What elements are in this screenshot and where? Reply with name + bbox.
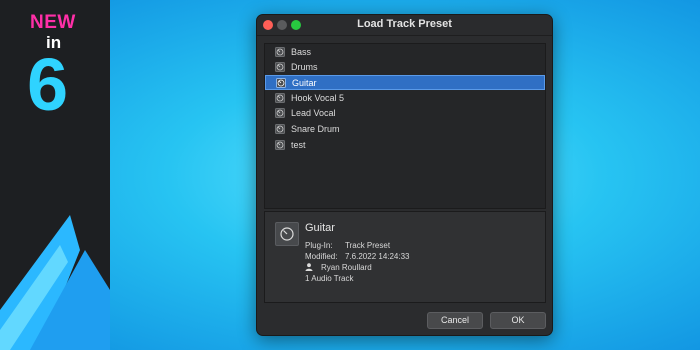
- preset-knob-icon: [275, 93, 285, 103]
- preset-knob-icon: [275, 140, 285, 150]
- preset-knob-icon: [275, 62, 285, 72]
- modified-key: Modified:: [305, 252, 338, 261]
- preset-label: test: [291, 140, 306, 150]
- plugin-value: Track Preset: [345, 241, 391, 250]
- preset-knob-icon: [275, 47, 285, 57]
- modified-value: 7.6.2022 14:24:33: [345, 252, 410, 261]
- preset-label: Drums: [291, 62, 318, 72]
- dialog-title: Load Track Preset: [357, 18, 452, 30]
- preset-label: Hook Vocal 5: [291, 93, 345, 103]
- modified-line: Modified: 7.6.2022 14:24:33: [305, 252, 410, 261]
- title-bar[interactable]: Load Track Preset: [257, 15, 552, 36]
- preset-item[interactable]: Lead Vocal: [265, 106, 545, 121]
- ok-button[interactable]: OK: [490, 312, 546, 329]
- banner-new-text: NEW: [30, 12, 76, 33]
- preset-info-panel: Guitar Plug-In: Track Preset Modified: 7.6…: [264, 211, 546, 303]
- preset-item[interactable]: Hook Vocal 5: [265, 91, 545, 106]
- preset-label: Guitar: [292, 78, 317, 88]
- cancel-button[interactable]: Cancel: [427, 312, 483, 329]
- preset-list[interactable]: Bass Drums Guitar Hook Vocal 5 Lead Voca…: [264, 43, 546, 209]
- preset-item-selected[interactable]: Guitar: [265, 75, 545, 90]
- preset-knob-icon: [275, 124, 285, 134]
- preset-label: Lead Vocal: [291, 108, 336, 118]
- author-name: Ryan Roullard: [321, 263, 372, 272]
- preset-knob-icon: [275, 222, 299, 246]
- version-banner: NEW in 6: [0, 0, 110, 350]
- preset-item[interactable]: test: [265, 138, 545, 153]
- plugin-line: Plug-In: Track Preset: [305, 241, 390, 250]
- preset-item[interactable]: Drums: [265, 60, 545, 75]
- preset-item[interactable]: Snare Drum: [265, 122, 545, 137]
- track-count: 1 Audio Track: [305, 274, 354, 283]
- preset-knob-icon: [275, 108, 285, 118]
- banner-version-number: 6: [27, 43, 69, 126]
- plugin-key: Plug-In:: [305, 241, 333, 250]
- person-icon: [305, 263, 313, 271]
- preset-knob-icon: [276, 78, 286, 88]
- load-track-preset-dialog: Load Track Preset Bass Drums Guitar Hook…: [256, 14, 553, 336]
- preset-label: Bass: [291, 47, 312, 57]
- preset-item[interactable]: Bass: [265, 45, 545, 60]
- preset-label: Snare Drum: [291, 124, 340, 134]
- preset-name: Guitar: [305, 222, 335, 234]
